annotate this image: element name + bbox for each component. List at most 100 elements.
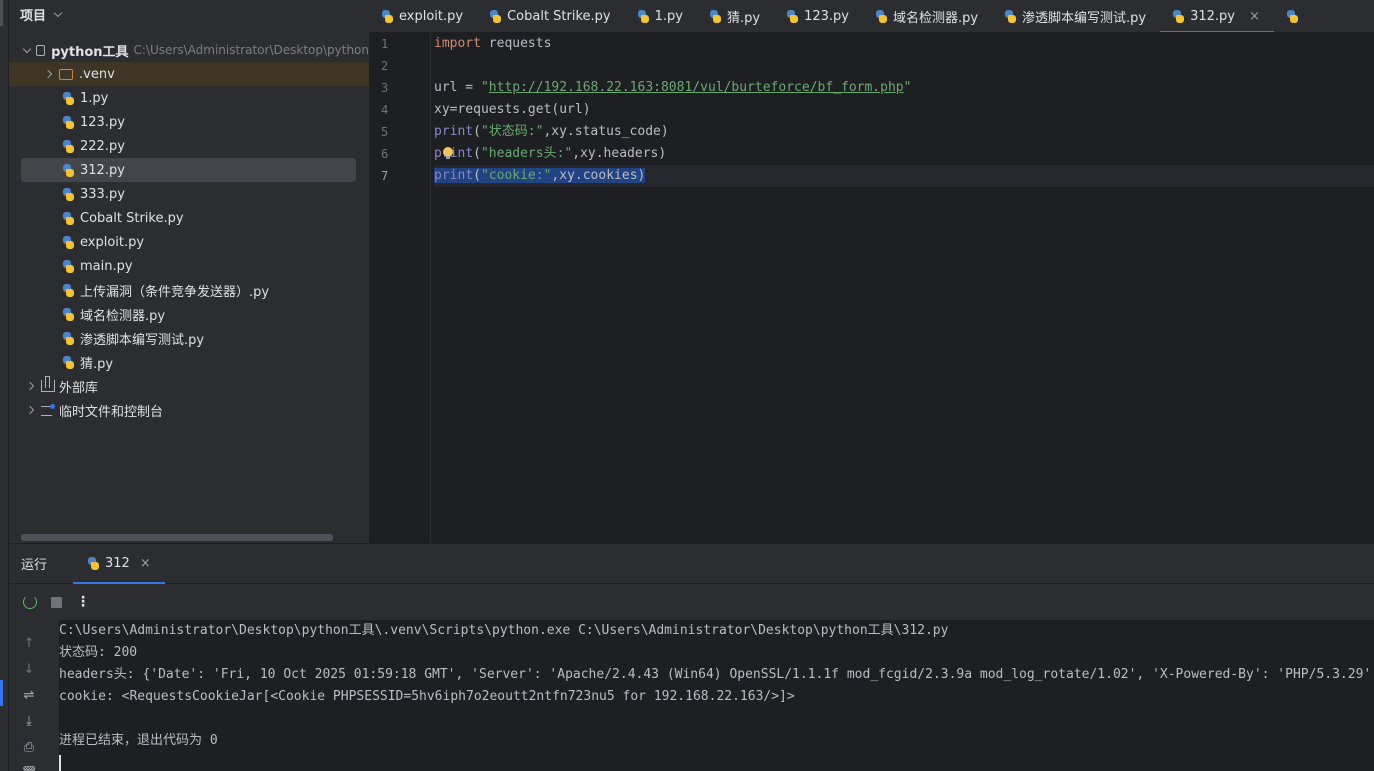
tab-exploit[interactable]: exploit.py	[369, 0, 477, 32]
python-file-icon	[786, 10, 799, 23]
line-number: 6	[381, 147, 389, 161]
tab-123[interactable]: 123.py	[774, 0, 863, 32]
console-output[interactable]: C:\Users\Administrator\Desktop\python工具\…	[59, 620, 1374, 771]
code-keyword: import	[434, 36, 481, 51]
tab-label: 312.py	[1190, 9, 1235, 24]
code-text: xy=requests.get(url)	[434, 102, 591, 117]
tab-312[interactable]: 312.py ×	[1160, 0, 1274, 32]
print-icon[interactable]: ⎙	[21, 734, 37, 760]
code-line-current[interactable]: print("cookie:",xy.cookies)	[434, 165, 1374, 187]
lightbulb-icon[interactable]	[443, 147, 453, 159]
tab-cobalt-strike[interactable]: Cobalt Strike.py	[477, 0, 625, 32]
tool-strip-marker	[0, 0, 3, 26]
scratches-label: 临时文件和控制台	[59, 404, 164, 420]
code-editor[interactable]: 1 2 3 4 5 6 7 import requests url = "htt…	[369, 33, 1374, 543]
code-line[interactable]: xy=requests.get(url)	[434, 99, 1374, 121]
console-line: 进程已结束，退出代码为 0	[59, 733, 218, 748]
expand-arrow-icon[interactable]	[23, 43, 32, 57]
tree-venv-folder[interactable]: .venv	[9, 62, 369, 86]
tab-label: 渗透脚本编写测试.py	[1022, 11, 1147, 26]
run-tab-312[interactable]: 312 ×	[73, 544, 165, 584]
python-file-icon	[62, 115, 75, 129]
close-icon[interactable]: ×	[1249, 9, 1260, 24]
code-line[interactable]	[434, 55, 1374, 77]
collapse-arrow-icon[interactable]	[23, 403, 37, 417]
arrow-up-icon[interactable]: ↑	[21, 630, 37, 656]
tree-file[interactable]: main.py	[9, 254, 369, 278]
code-line[interactable]: print("headers头:",xy.headers)	[434, 143, 1374, 165]
code-text: (	[473, 124, 481, 139]
file-name: 123.py	[80, 114, 125, 130]
left-tool-strip	[0, 0, 9, 771]
tree-file[interactable]: 渗透脚本编写测试.py	[9, 326, 369, 350]
code-builtin: print	[434, 146, 474, 161]
python-file-icon	[62, 283, 75, 297]
python-file-icon	[87, 557, 100, 570]
python-file-icon	[62, 235, 75, 249]
console-line: headers头: {'Date': 'Fri, 10 Oct 2025 01:…	[59, 667, 1374, 682]
tab-pentest-script[interactable]: 渗透脚本编写测试.py	[992, 0, 1160, 32]
more-options-icon[interactable]: ⋮	[76, 595, 90, 609]
editor-tabs: exploit.py Cobalt Strike.py 1.py 猜.py 12…	[369, 0, 1374, 33]
run-panel-title: 运行	[21, 558, 48, 573]
tab-1[interactable]: 1.py	[625, 0, 697, 32]
code-text: ,xy.status_code)	[543, 124, 669, 139]
console-line: cookie: <RequestsCookieJar[<Cookie PHPSE…	[59, 689, 795, 704]
run-tab-label: 312	[105, 556, 130, 571]
tree-file-selected[interactable]: 312.py	[21, 158, 356, 182]
python-file-icon	[62, 307, 75, 321]
tab-overflow[interactable]	[1274, 0, 1318, 32]
horizontal-scrollbar[interactable]	[21, 534, 333, 541]
external-libraries-label: 外部库	[59, 380, 99, 396]
tab-domain-detector[interactable]: 域名检测器.py	[863, 0, 992, 32]
soft-wrap-icon[interactable]: ⇌	[21, 682, 37, 708]
tree-file[interactable]: 222.py	[9, 134, 369, 158]
tree-file[interactable]: 333.py	[9, 182, 369, 206]
tab-guess[interactable]: 猜.py	[697, 0, 774, 32]
code-area[interactable]: import requests url = "http://192.168.22…	[434, 33, 1374, 187]
trash-icon[interactable]: 🗑	[21, 760, 38, 771]
tree-file[interactable]: 上传漏洞（条件竞争发送器）.py	[9, 278, 369, 302]
tree-external-libraries[interactable]: 外部库	[9, 374, 369, 398]
code-line[interactable]: url = "http://192.168.22.163:8081/vul/bu…	[434, 77, 1374, 99]
console-line: C:\Users\Administrator\Desktop\python工具\…	[59, 623, 949, 638]
tree-file[interactable]: Cobalt Strike.py	[9, 206, 369, 230]
run-toolbar: ⋮	[9, 584, 1374, 620]
tree-root-folder[interactable]: python工具 C:\Users\Administrator\Desktop\…	[9, 38, 369, 62]
tree-scratches[interactable]: 临时文件和控制台	[9, 398, 369, 422]
tree-file[interactable]: 123.py	[9, 110, 369, 134]
tab-label: 123.py	[804, 9, 849, 24]
chevron-down-icon[interactable]	[53, 8, 63, 17]
python-file-icon	[62, 211, 75, 225]
collapse-arrow-icon[interactable]	[23, 379, 37, 393]
tree-file[interactable]: 猜.py	[9, 350, 369, 374]
project-panel: 项目 python工具 C:\Users\Administrator\Deskt…	[9, 0, 369, 543]
code-line[interactable]: print("状态码:",xy.status_code)	[434, 121, 1374, 143]
tree-file[interactable]: 1.py	[9, 86, 369, 110]
tab-label: Cobalt Strike.py	[507, 9, 611, 24]
python-file-icon	[381, 10, 394, 23]
arrow-down-icon[interactable]: ↓	[21, 656, 37, 682]
stop-icon[interactable]	[51, 596, 62, 608]
console-input-line[interactable]	[59, 752, 1374, 771]
code-string: "	[480, 80, 489, 95]
code-text: ,xy.headers)	[572, 146, 667, 161]
project-tree: python工具 C:\Users\Administrator\Desktop\…	[9, 38, 369, 422]
tab-label: exploit.py	[399, 9, 464, 24]
tree-file[interactable]: 域名检测器.py	[9, 302, 369, 326]
close-icon[interactable]: ×	[140, 556, 151, 571]
project-panel-header[interactable]: 项目	[9, 0, 369, 28]
line-number-current: 7	[381, 169, 389, 183]
file-name: Cobalt Strike.py	[80, 210, 184, 226]
file-name: 域名检测器.py	[80, 308, 166, 324]
scroll-to-end-icon[interactable]: ⤓	[21, 708, 37, 734]
tree-file[interactable]: exploit.py	[9, 230, 369, 254]
file-name: 上传漏洞（条件竞争发送器）.py	[80, 284, 270, 300]
python-file-icon	[709, 10, 722, 23]
code-line[interactable]: import requests	[434, 33, 1374, 55]
code-url-link[interactable]: http://192.168.22.163:8081/vul/burteforc…	[489, 80, 904, 95]
python-file-icon	[62, 187, 75, 201]
line-number-gutter: 1 2 3 4 5 6 7	[369, 33, 431, 543]
rerun-icon[interactable]	[23, 595, 37, 609]
collapse-arrow-icon[interactable]	[41, 67, 55, 81]
